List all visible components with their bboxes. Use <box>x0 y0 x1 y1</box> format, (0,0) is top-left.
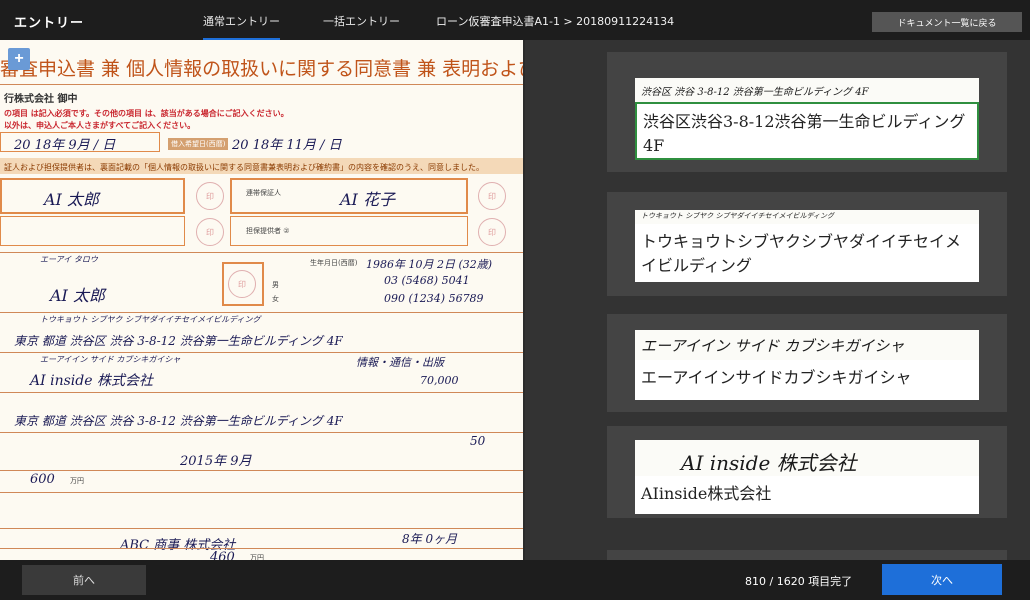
name-stamp: 印 <box>228 270 256 298</box>
business-type: 情報・通信・出版 <box>356 356 444 369</box>
entry-3-image: エーアイイン サイド カブシキガイシャ <box>635 330 979 360</box>
gender-female[interactable]: 女 <box>272 294 279 304</box>
tel-mobile: 090 (1234) 56789 <box>384 292 484 305</box>
entry-1-image: 渋谷区 渋谷 3-8-12 渋谷第一生命ビルディング 4F <box>635 78 979 102</box>
birth-date: 1986年 10月 2日 (32歳) <box>366 258 493 271</box>
entry-card-1: 渋谷区 渋谷 3-8-12 渋谷第一生命ビルディング 4F 渋谷区渋谷3-8-1… <box>607 52 1007 172</box>
document-title: 審査申込書 兼 個人情報の取扱いに関する同意書 兼 表明および確約書 <box>0 58 523 80</box>
application-date: 20 18年 9月 / 日 <box>14 138 116 153</box>
entry-panel[interactable]: 渋谷区 渋谷 3-8-12 渋谷第一生命ビルディング 4F 渋谷区渋谷3-8-1… <box>525 40 1030 560</box>
applicant-notice: 以外は、申込人ご本人さまがすべてご記入ください。 <box>4 121 196 130</box>
guarantor-stamp: 印 <box>478 182 506 210</box>
employment-start: 2015年 9月 <box>180 454 252 469</box>
bottom-bar: 前へ 810 / 1620 項目完了 次へ <box>0 560 1030 600</box>
applicant-name-hand: AI 太郎 <box>44 190 99 209</box>
entry-card-3: エーアイイン サイド カブシキガイシャ エーアイインサイドカブシキガイシャ <box>607 314 1007 412</box>
document-viewer[interactable]: 審査申込書 兼 個人情報の取扱いに関する同意書 兼 表明および確約書 + 行株式… <box>0 40 523 560</box>
entry-4-image: AI inside 株式会社 <box>635 440 979 476</box>
company-address: 東京 都道 渋谷区 渋谷 3-8-12 渋谷第一生命ビルディング 4F <box>14 414 343 428</box>
top-bar: エントリー 通常エントリー 一括エントリー ローン仮審査申込書A1-1 > 20… <box>0 0 1030 40</box>
applicant-stamp: 印 <box>196 182 224 210</box>
loan-date: 20 18年 11月 / 日 <box>232 138 342 153</box>
collateral-stamp-1: 印 <box>196 218 224 246</box>
income-unit: 万円 <box>70 477 84 485</box>
entry-1-input[interactable]: 渋谷区渋谷3-8-12渋谷第一生命ビルディング4F <box>635 102 979 160</box>
birth-label: 生年月日(西暦) <box>310 259 358 267</box>
entry-card-5 <box>607 550 1007 560</box>
progress-text: 810 / 1620 項目完了 <box>745 575 853 588</box>
company-kana: エーアイイン サイド カブシキガイシャ <box>40 355 181 364</box>
employees: 50 <box>470 434 486 448</box>
required-notice: の項目 は記入必須です。その他の項目 は、該当がある場合にご記入ください。 <box>4 109 289 118</box>
back-to-documents-button[interactable]: ドキュメント一覧に戻る <box>872 12 1022 32</box>
annual-income: 600 <box>30 472 55 487</box>
name-hand: AI 太郎 <box>50 286 105 305</box>
guarantor-name-hand: AI 花子 <box>340 190 395 209</box>
entry-card-4: AI inside 株式会社 AIinside株式会社 <box>607 426 1007 518</box>
zoom-in-button[interactable]: + <box>8 48 30 70</box>
breadcrumb: ローン仮審査申込書A1-1 > 20180911224134 <box>436 15 675 28</box>
app-title: エントリー <box>14 16 85 31</box>
entry-2-image: トウキョウト シブヤク シブヤダイイチセイメイビルディング <box>635 210 979 224</box>
collateral-label: 担保提供者 ② <box>246 227 290 235</box>
capital: 70,000 <box>420 374 459 387</box>
next-button[interactable]: 次へ <box>882 564 1002 595</box>
consent-text: 証人および担保提供者は、裏面記載の「個人情報の取扱いに関する同意書兼表明および確… <box>4 163 484 172</box>
entry-3-input[interactable]: エーアイインサイドカブシキガイシャ <box>635 360 979 400</box>
tab-normal-entry[interactable]: 通常エントリー <box>203 13 280 40</box>
deposit-unit: 万円 <box>250 554 264 560</box>
address-kana: トウキョウト シブヤク シブヤダイイチセイメイビルディング <box>40 315 261 324</box>
entry-card-2: トウキョウト シブヤク シブヤダイイチセイメイビルディング トウキョウトシブヤク… <box>607 192 1007 296</box>
tab-bulk-entry[interactable]: 一括エントリー <box>323 13 400 29</box>
entry-2-input[interactable]: トウキョウトシブヤクシブヤダイイチセイメイビルディング <box>635 224 979 282</box>
prev-button[interactable]: 前へ <box>22 565 146 595</box>
bank-name: 行株式会社 御中 <box>4 94 78 105</box>
guarantor-label: 連帯保証人 <box>246 189 281 197</box>
deposit-amount: 460 <box>210 550 235 560</box>
tel-home: 03 (5468) 5041 <box>384 274 470 287</box>
entry-4-input[interactable]: AIinside株式会社 <box>635 476 979 514</box>
address-hand: 東京 都道 渋谷区 渋谷 3-8-12 渋谷第一生命ビルディング 4F <box>14 334 343 348</box>
furigana-name: エーアイ タロウ <box>40 255 98 264</box>
collateral-stamp-2: 印 <box>478 218 506 246</box>
previous-years: 8年 0ヶ月 <box>402 532 458 546</box>
gender-male[interactable]: 男 <box>272 280 279 290</box>
company-hand: AI inside 株式会社 <box>30 373 153 389</box>
loan-date-label: 借入希望日(西暦) <box>168 138 229 150</box>
